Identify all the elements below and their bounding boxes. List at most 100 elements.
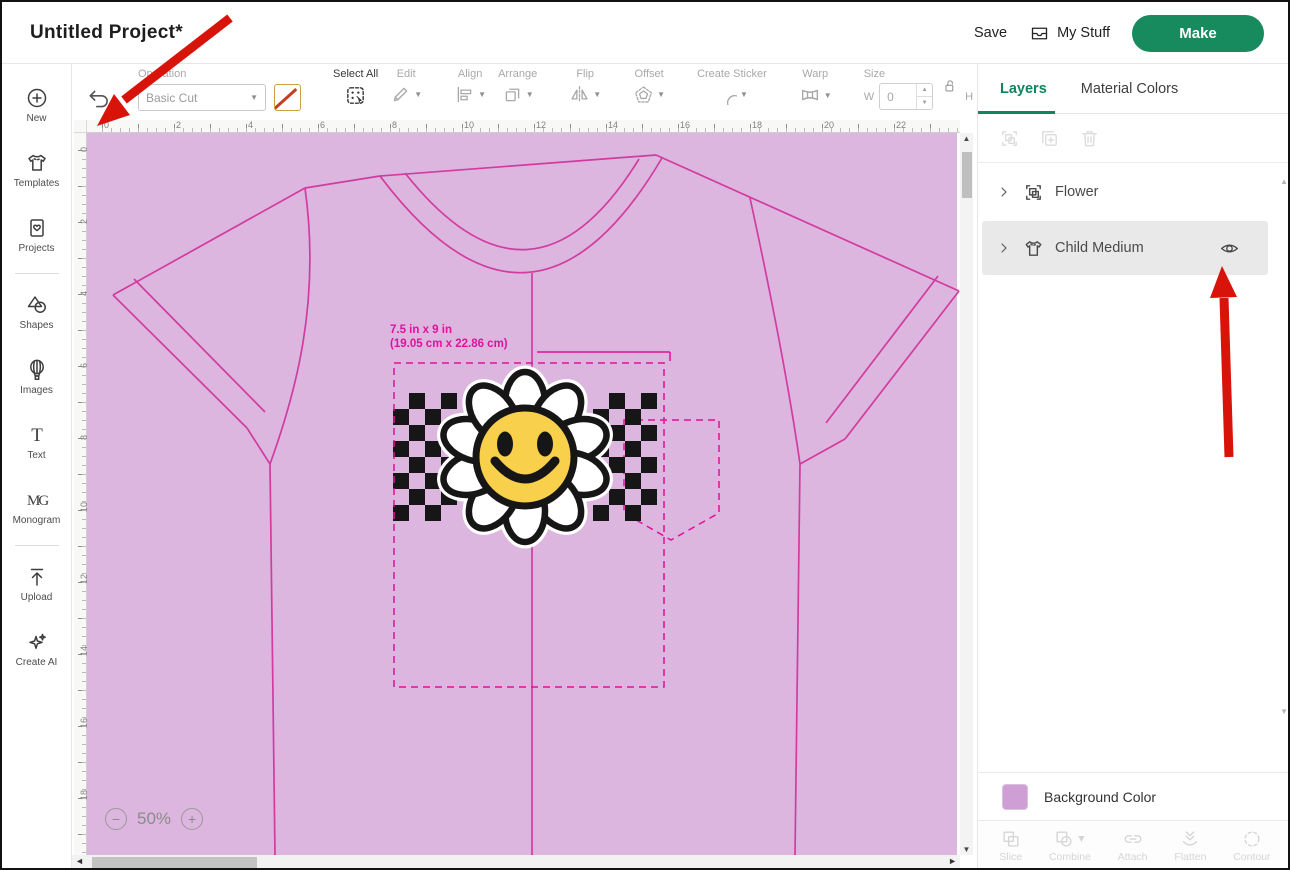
flip-button[interactable]: Flip ▼ (563, 64, 607, 120)
unlock-icon[interactable] (940, 77, 958, 95)
slice-icon (1000, 828, 1022, 850)
save-label: Save (974, 25, 1007, 41)
sidebar-item-create-ai[interactable]: Create AI (2, 630, 71, 668)
my-stuff-button[interactable]: My Stuff (1029, 23, 1110, 44)
combine-button[interactable]: ▼ Combine (1049, 828, 1091, 863)
zoom-out-button[interactable]: − (105, 808, 127, 830)
chevron-down-icon: ▼ (593, 90, 601, 99)
templates-icon (25, 151, 49, 175)
trash-icon[interactable] (1078, 127, 1101, 150)
vertical-scrollbar[interactable]: ▲ ▼ (960, 133, 973, 855)
layer-row-child-medium[interactable]: Child Medium (982, 221, 1268, 275)
tab-material-colors[interactable]: Material Colors (1081, 64, 1179, 113)
eye-icon[interactable] (1219, 238, 1240, 259)
operation-select[interactable]: Basic Cut ▼ (138, 84, 266, 111)
inbox-icon (1029, 23, 1050, 44)
chevron-down-icon: ▼ (740, 90, 748, 99)
chevron-right-icon[interactable] (998, 186, 1010, 198)
images-icon (25, 358, 49, 382)
create-sticker-button[interactable]: Create Sticker ▼ (691, 64, 773, 120)
create-ai-icon (25, 630, 49, 654)
horizontal-scrollbar[interactable]: ◄ ► (72, 855, 960, 870)
warp-button[interactable]: Warp ▼ (793, 64, 838, 120)
selection-dimensions-in: 7.5 in x 9 in (390, 324, 452, 336)
attach-icon (1122, 828, 1144, 850)
flatten-button[interactable]: Flatten (1174, 828, 1206, 863)
layer-row-flower[interactable]: Flower (982, 167, 1268, 217)
tshirt-icon (1022, 237, 1045, 260)
layer-toolbar (978, 114, 1290, 163)
width-input[interactable]: 0 ▲▼ (879, 83, 933, 110)
text-icon: T (25, 423, 49, 447)
chevron-right-icon[interactable] (998, 242, 1010, 254)
pencil-icon (390, 84, 411, 105)
sidebar-item-text[interactable]: T Text (2, 423, 71, 461)
size-label: Size (864, 68, 885, 81)
svg-text:MG: MG (27, 493, 49, 509)
chevron-down-icon: ▼ (526, 90, 534, 99)
operation-group: Operation Basic Cut ▼ (132, 64, 307, 120)
chevron-down-icon: ▼ (250, 93, 258, 102)
contour-button[interactable]: Contour (1233, 828, 1270, 863)
sidebar-item-new[interactable]: New (2, 86, 71, 124)
undo-button[interactable] (86, 78, 112, 120)
slice-button[interactable]: Slice (999, 828, 1022, 863)
projects-icon (25, 216, 49, 240)
chevron-down-icon: ▼ (657, 90, 665, 99)
save-button[interactable]: Save (974, 25, 1007, 41)
width-stepper[interactable]: ▲▼ (916, 84, 932, 109)
material-color-swatch[interactable] (274, 84, 301, 111)
select-all-button[interactable]: Select All (327, 64, 384, 120)
undo-icon (86, 86, 112, 112)
background-color-row: Background Color (978, 772, 1290, 820)
select-all-icon (344, 84, 367, 107)
ruler-horizontal: 0246810121416182022 (87, 120, 960, 133)
upload-icon (25, 565, 49, 589)
chevron-down-icon: ▼ (414, 90, 422, 99)
sidebar-item-projects[interactable]: Projects (2, 216, 71, 254)
edit-button[interactable]: Edit ▼ (384, 64, 428, 120)
sidebar-item-templates[interactable]: Templates (2, 151, 71, 189)
zoom-in-button[interactable]: + (181, 808, 203, 830)
arrange-button[interactable]: Arrange ▼ (492, 64, 543, 120)
group-layers-icon[interactable] (998, 127, 1021, 150)
arrange-icon (502, 84, 523, 105)
align-icon (454, 84, 475, 105)
scroll-left-arrow[interactable]: ◄ (75, 856, 84, 866)
align-button[interactable]: Align ▼ (448, 64, 492, 120)
combine-icon (1053, 828, 1075, 850)
sidebar-divider (15, 545, 59, 546)
svg-text:T: T (31, 425, 43, 446)
offset-button[interactable]: Offset ▼ (627, 64, 671, 120)
sidebar-item-shapes[interactable]: Shapes (2, 293, 71, 331)
vertical-scroll-thumb[interactable] (962, 152, 972, 198)
sidebar-item-images[interactable]: Images (2, 358, 71, 396)
duplicate-icon[interactable] (1038, 127, 1061, 150)
left-sidebar: New Templates Projects Shapes (2, 64, 72, 870)
scroll-down-arrow[interactable]: ▼ (960, 845, 973, 854)
shapes-icon (25, 293, 49, 317)
design-canvas[interactable]: 7.5 in x 9 in (19.05 cm x 22.86 cm) (87, 133, 960, 855)
horizontal-scroll-thumb[interactable] (92, 857, 257, 868)
project-title[interactable]: Untitled Project* (30, 22, 183, 44)
chevron-down-icon: ▼ (1076, 833, 1086, 845)
chevron-down-icon: ▼ (478, 90, 486, 99)
tab-layers[interactable]: Layers (1000, 64, 1047, 113)
smiley-face (476, 408, 574, 506)
flatten-icon (1179, 828, 1201, 850)
list-scroll-up-icon[interactable]: ▲ (1280, 177, 1288, 186)
attach-button[interactable]: Attach (1118, 828, 1148, 863)
canvas-area: 0246810121416182022 024681012141618 (72, 120, 977, 870)
make-button[interactable]: Make (1132, 15, 1264, 52)
sidebar-item-upload[interactable]: Upload (2, 565, 71, 603)
monogram-icon: MG (25, 488, 49, 512)
background-color-swatch[interactable] (1002, 784, 1028, 810)
panel-tabs: Layers Material Colors (978, 64, 1290, 114)
app-window: Untitled Project* Save My Stuff Make New (0, 0, 1290, 870)
sidebar-item-monogram[interactable]: MG Monogram (2, 488, 71, 526)
list-scroll-down-icon[interactable]: ▼ (1280, 707, 1288, 716)
scroll-right-arrow[interactable]: ► (948, 856, 957, 866)
top-bar: Untitled Project* Save My Stuff Make (2, 2, 1288, 64)
edit-toolbar: Operation Basic Cut ▼ Select All (72, 64, 977, 120)
scroll-up-arrow[interactable]: ▲ (960, 134, 973, 143)
